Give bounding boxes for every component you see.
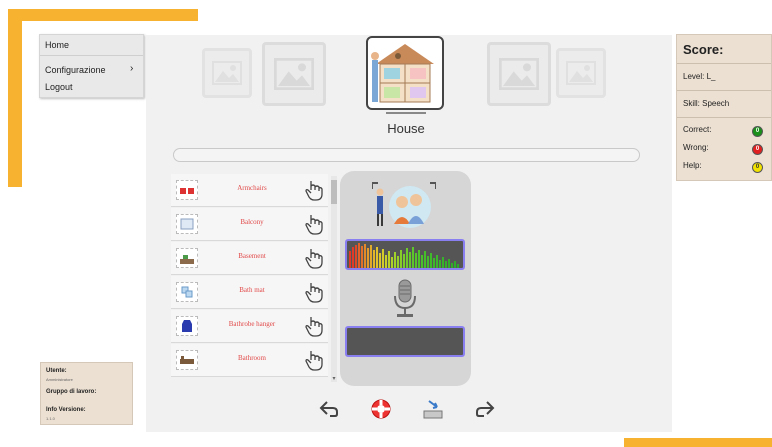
- hand-pointer-icon[interactable]: [303, 178, 325, 202]
- audio-waveform: [345, 239, 465, 270]
- utente-label: Utente:: [46, 368, 67, 374]
- speech-image[interactable]: [371, 180, 437, 230]
- target-caption-line: [386, 112, 426, 114]
- word-label: Bathrobe hanger: [228, 320, 276, 328]
- divider: [677, 90, 771, 91]
- bathroom-icon: [176, 350, 198, 370]
- scrollbar-thumb[interactable]: [331, 180, 337, 204]
- menu-divider: [40, 55, 143, 56]
- utente-value: Amministratore: [46, 377, 73, 382]
- help-button[interactable]: [370, 398, 392, 420]
- balcony-icon: [176, 214, 198, 234]
- list-item[interactable]: Balcony: [171, 208, 328, 241]
- divider: [677, 63, 771, 64]
- word-label: Bath mat: [239, 286, 265, 294]
- basement-icon: [176, 248, 198, 268]
- word-list: Armchairs Balcony Basement Bath mat Bath…: [171, 174, 328, 378]
- info-versione-label: Info Versione:: [46, 407, 86, 413]
- side-menu: Home Configurazione › Logout: [39, 34, 144, 98]
- menu-item-home[interactable]: Home: [45, 40, 69, 50]
- list-item[interactable]: Armchairs: [171, 174, 328, 207]
- back-arrow-icon: [319, 401, 338, 417]
- hand-pointer-icon[interactable]: [303, 280, 325, 304]
- target-image[interactable]: [366, 36, 444, 110]
- target-word-label: House: [387, 121, 425, 136]
- decor-bar-top: [8, 9, 198, 21]
- hand-pointer-icon[interactable]: [303, 246, 325, 270]
- microphone-icon: [394, 279, 416, 317]
- menu-item-configurazione[interactable]: Configurazione: [45, 65, 106, 75]
- forward-arrow-icon: [476, 401, 495, 417]
- info-versione-value: 1.1.0: [46, 416, 55, 421]
- forward-button[interactable]: [474, 398, 496, 420]
- back-button[interactable]: [318, 398, 340, 420]
- lifebuoy-icon: [371, 399, 391, 419]
- house-icon: [371, 44, 434, 103]
- correct-label: Correct:: [683, 125, 712, 134]
- save-button[interactable]: [422, 398, 444, 420]
- hand-pointer-icon[interactable]: [303, 314, 325, 338]
- bath-mat-icon: [176, 282, 198, 302]
- wrong-count-badge: 0: [752, 144, 763, 155]
- word-label: Basement: [238, 252, 266, 260]
- decor-bar-left: [8, 9, 22, 187]
- image-placeholder-icon: [202, 48, 252, 98]
- armchair-icon: [176, 180, 198, 200]
- word-label: Armchairs: [237, 184, 267, 192]
- decor-bar-bottom-right: [624, 438, 772, 447]
- list-item[interactable]: Bath mat: [171, 276, 328, 309]
- level-label: Level: L_: [683, 72, 716, 81]
- save-tray-icon: [423, 400, 443, 419]
- help-label: Help:: [683, 161, 702, 170]
- score-title: Score:: [683, 42, 724, 57]
- menu-item-logout[interactable]: Logout: [45, 82, 73, 92]
- help-count-badge: 0: [752, 162, 763, 173]
- image-placeholder-icon: [487, 42, 551, 106]
- equalizer-bars: [349, 243, 459, 268]
- hand-pointer-icon[interactable]: [303, 348, 325, 372]
- people-talking-icon: [371, 182, 437, 228]
- score-panel: Score: Level: L_ Skill: Speech Correct: …: [676, 34, 772, 181]
- correct-count-badge: 0: [752, 126, 763, 137]
- list-item[interactable]: Bathroom: [171, 344, 328, 377]
- user-info-panel: Utente: Amministratore Gruppo di lavoro:…: [40, 362, 133, 425]
- bathrobe-icon: [176, 316, 198, 336]
- submenu-arrow-icon: ›: [130, 63, 134, 74]
- wrong-label: Wrong:: [683, 143, 709, 152]
- list-item[interactable]: Basement: [171, 242, 328, 275]
- divider: [677, 117, 771, 118]
- skill-label: Skill: Speech: [683, 99, 730, 108]
- hand-pointer-icon[interactable]: [303, 212, 325, 236]
- progress-bar: [173, 148, 640, 162]
- word-label: Balcony: [240, 218, 264, 226]
- word-label: Bathroom: [238, 354, 266, 362]
- word-list-scrollbar[interactable]: ▾: [331, 176, 337, 382]
- image-placeholder-icon: [262, 42, 326, 106]
- microphone-button[interactable]: [391, 278, 419, 320]
- gruppo-label: Gruppo di lavoro:: [46, 389, 97, 395]
- image-placeholder-icon: [556, 48, 606, 98]
- list-item[interactable]: Bathrobe hanger: [171, 310, 328, 343]
- scroll-down-arrow-icon[interactable]: ▾: [331, 376, 337, 382]
- recognized-text-box: [345, 326, 465, 357]
